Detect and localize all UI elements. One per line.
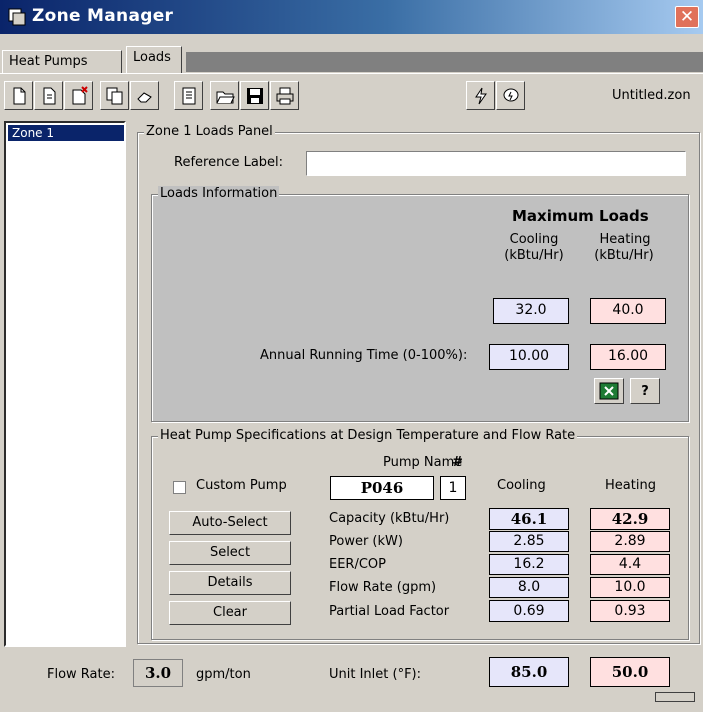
zone-list-item[interactable]: Zone 1 (8, 125, 124, 141)
notes-icon[interactable] (174, 81, 203, 110)
power-label: Power (kW) (329, 534, 403, 549)
tab-heat-pumps[interactable]: Heat Pumps (2, 50, 122, 73)
clear-button[interactable]: Clear (169, 601, 291, 625)
heating-unit: (kBtu/Hr) (594, 248, 654, 263)
maximum-loads-heading: Maximum Loads (512, 207, 649, 225)
pump-name-header: Pump Name (383, 455, 463, 470)
running-time-label: Annual Running Time (0-100%): (260, 348, 468, 363)
eraser-icon[interactable] (130, 81, 159, 110)
heating-running-time-field[interactable]: 16.00 (590, 344, 666, 370)
cooling-load-field[interactable]: 32.0 (493, 298, 569, 324)
copy-icon[interactable] (100, 81, 129, 110)
heating-header: Heating (599, 232, 651, 247)
heating-load-field[interactable]: 40.0 (590, 298, 666, 324)
inlet-heating-field[interactable]: 50.0 (590, 657, 670, 687)
tab-loads[interactable]: Loads (126, 46, 182, 73)
reference-input[interactable] (306, 151, 686, 176)
partial-load-factor-label: Partial Load Factor (329, 604, 450, 619)
flow-rate-label: Flow Rate (gpm) (329, 580, 437, 595)
cooling-unit: (kBtu/Hr) (504, 248, 564, 263)
auto-select-button[interactable]: Auto-Select (169, 511, 291, 535)
zone-list[interactable]: Zone 1 (4, 121, 126, 647)
footer-flow-rate-label: Flow Rate: (47, 667, 115, 682)
cooling-capacity-value: 46.1 (489, 508, 569, 530)
resize-grip[interactable] (655, 692, 695, 702)
eer-cop-label: EER/COP (329, 557, 386, 572)
spec-heating-header: Heating (605, 478, 656, 493)
loads-information-title: Loads Information (158, 186, 280, 201)
cooling-running-time-field[interactable]: 10.00 (489, 344, 569, 370)
close-button[interactable]: ✕ (675, 6, 699, 28)
window-title: Zone Manager (32, 6, 174, 26)
heating-cop-value: 4.4 (590, 554, 670, 575)
pump-number-header: # (452, 455, 463, 470)
cooling-flow-rate-value: 8.0 (489, 577, 569, 598)
open-folder-icon[interactable] (210, 81, 239, 110)
capacity-label: Capacity (kBtu/Hr) (329, 511, 450, 526)
help-button[interactable]: ? (630, 378, 660, 404)
details-button[interactable]: Details (169, 571, 291, 595)
file-name: Untitled.zon (612, 88, 691, 103)
select-button[interactable]: Select (169, 541, 291, 565)
inlet-cooling-field[interactable]: 85.0 (489, 657, 569, 687)
cooling-header: Cooling (509, 232, 559, 247)
cooling-power-value: 2.85 (489, 531, 569, 552)
heating-power-value: 2.89 (590, 531, 670, 552)
unit-inlet-label: Unit Inlet (°F): (329, 667, 422, 682)
zone-loads-panel-title: Zone 1 Loads Panel (144, 124, 275, 139)
delete-zone-icon[interactable] (64, 81, 93, 110)
heating-capacity-value: 42.9 (590, 508, 670, 530)
footer-flow-rate-unit: gpm/ton (196, 667, 251, 682)
heat-pump-spec-title: Heat Pump Specifications at Design Tempe… (158, 428, 578, 443)
pump-number-field[interactable]: 1 (440, 476, 466, 500)
app-icon (8, 8, 26, 26)
footer-flow-rate-field[interactable]: 3.0 (133, 659, 183, 687)
pump-name-field[interactable]: P046 (330, 476, 434, 500)
heating-plf-value: 0.93 (590, 600, 670, 622)
save-icon[interactable] (240, 81, 269, 110)
excel-icon[interactable] (594, 378, 624, 404)
custom-pump-label: Custom Pump (196, 478, 287, 493)
lightning-icon[interactable] (466, 81, 495, 110)
spec-cooling-header: Cooling (497, 478, 546, 493)
heating-flow-rate-value: 10.0 (590, 577, 670, 598)
new-file-icon[interactable] (4, 81, 33, 110)
new-zone-icon[interactable] (34, 81, 63, 110)
reference-label: Reference Label: (174, 155, 284, 170)
tab-strip-background (186, 52, 703, 72)
print-icon[interactable] (270, 81, 299, 110)
settings-icon[interactable] (496, 81, 525, 110)
cooling-plf-value: 0.69 (489, 600, 569, 622)
custom-pump-checkbox[interactable] (173, 481, 186, 494)
cooling-eer-value: 16.2 (489, 554, 569, 575)
